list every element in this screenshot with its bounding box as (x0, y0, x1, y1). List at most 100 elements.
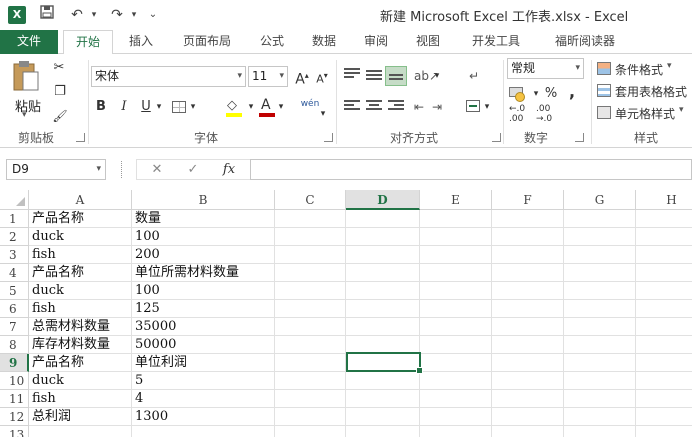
row-header[interactable]: 3 (0, 246, 29, 264)
column-header-b[interactable]: B (132, 190, 275, 210)
cell-b11[interactable]: 4 (132, 390, 143, 408)
fill-color-button[interactable]: ◇ (224, 97, 246, 119)
align-left-button[interactable] (344, 100, 360, 112)
formula-bar-splitter[interactable] (121, 161, 124, 178)
redo-icon[interactable]: ↷ (106, 5, 128, 25)
row-header[interactable]: 1 (0, 210, 29, 228)
cell-b3[interactable]: 200 (132, 246, 160, 264)
format-as-table-button[interactable]: 套用表格格式 (595, 82, 692, 100)
orientation-dropdown-icon[interactable]: ▾ (432, 66, 442, 86)
cell-a9[interactable]: 产品名称 (29, 354, 84, 372)
number-format-select[interactable]: 常规 ▾ (507, 58, 584, 79)
align-bottom-button[interactable] (385, 66, 407, 86)
row-header[interactable]: 8 (0, 336, 29, 354)
tab-developer[interactable]: 开发工具 (460, 30, 532, 54)
row-header[interactable]: 4 (0, 264, 29, 282)
enter-icon[interactable]: ✓ (175, 160, 211, 179)
worksheet-grid[interactable]: ABCDEFGH 1 产品名称 数量 2 duck 100 3 fish 200 4 产品名称 单位所… (0, 190, 692, 437)
cell-a2[interactable]: duck (29, 228, 64, 246)
underline-button[interactable]: U (138, 97, 154, 117)
comma-style-button[interactable]: , (565, 82, 579, 102)
format-painter-icon[interactable]: 🖌 (50, 106, 70, 126)
save-icon[interactable] (36, 5, 58, 25)
cell-a8[interactable]: 库存材料数量 (29, 336, 110, 354)
cell-b7[interactable]: 35000 (132, 318, 176, 336)
tab-review[interactable]: 审阅 (354, 30, 398, 54)
cell-a11[interactable]: fish (29, 390, 56, 408)
cell-b9[interactable]: 单位利润 (132, 354, 187, 372)
font-size-select[interactable]: 11 ▾ (248, 66, 288, 87)
tab-insert[interactable]: 插入 (118, 30, 164, 54)
row-header[interactable]: 12 (0, 408, 29, 426)
cell-a13[interactable] (29, 426, 32, 437)
cancel-icon[interactable]: ✕ (139, 160, 175, 179)
tab-foxit-reader[interactable]: 福昕阅读器 (542, 30, 628, 54)
alignment-launcher-icon[interactable] (492, 133, 501, 142)
accounting-format-button[interactable] (509, 85, 531, 103)
customize-toolbar-icon[interactable]: ⌄ (146, 5, 160, 25)
undo-icon[interactable]: ↶ (66, 5, 88, 25)
shrink-font-button[interactable]: A▾ (313, 66, 331, 86)
cell-b13[interactable] (132, 426, 135, 437)
cell-b1[interactable]: 数量 (132, 210, 161, 228)
row-header[interactable]: 13 (0, 426, 29, 437)
cell-b8[interactable]: 50000 (132, 336, 176, 354)
align-middle-button[interactable] (366, 70, 382, 82)
font-color-button[interactable]: A (258, 97, 276, 119)
font-family-select[interactable]: 宋体 ▾ (91, 66, 246, 87)
cell-styles-button[interactable]: 单元格样式 ▾ (595, 104, 692, 122)
insert-function-icon[interactable]: fx (211, 160, 247, 179)
wrap-text-icon[interactable]: ↵ (464, 66, 484, 86)
row-header[interactable]: 6 (0, 300, 29, 318)
row-header[interactable]: 11 (0, 390, 29, 408)
cell-a7[interactable]: 总需材料数量 (29, 318, 110, 336)
tab-page-layout[interactable]: 页面布局 (170, 30, 244, 54)
cell-b4[interactable]: 单位所需材料数量 (132, 264, 239, 282)
cell-a4[interactable]: 产品名称 (29, 264, 84, 282)
tab-file[interactable]: 文件 (0, 30, 58, 54)
cell-a5[interactable]: duck (29, 282, 64, 300)
fill-color-dropdown-icon[interactable]: ▾ (246, 97, 256, 117)
increase-decimal-button[interactable]: ←.0.00 (509, 104, 525, 124)
cell-b2[interactable]: 100 (132, 228, 160, 246)
align-top-button[interactable] (344, 68, 360, 80)
decrease-decimal-button[interactable]: .00 →.0 (536, 104, 552, 124)
merge-dropdown-icon[interactable]: ▾ (482, 97, 492, 117)
borders-button[interactable] (172, 101, 186, 113)
tab-formulas[interactable]: 公式 (250, 30, 294, 54)
decrease-indent-icon[interactable]: ⇤ (410, 97, 428, 117)
font-launcher-icon[interactable] (324, 133, 333, 142)
percent-button[interactable]: % (542, 84, 560, 104)
column-header-g[interactable]: G (564, 190, 636, 210)
increase-indent-icon[interactable]: ⇥ (428, 97, 446, 117)
row-header[interactable]: 5 (0, 282, 29, 300)
font-color-dropdown-icon[interactable]: ▾ (276, 97, 286, 117)
clipboard-launcher-icon[interactable] (76, 133, 85, 142)
tab-data[interactable]: 数据 (302, 30, 346, 54)
cut-icon[interactable]: ✂ (50, 58, 68, 78)
row-header[interactable]: 2 (0, 228, 29, 246)
row-header[interactable]: 10 (0, 372, 29, 390)
phonetic-dropdown-icon[interactable]: ▾ (318, 104, 328, 124)
bold-button[interactable]: B (92, 97, 110, 117)
orientation-icon[interactable]: ab↗ (414, 66, 439, 86)
cell-b5[interactable]: 100 (132, 282, 160, 300)
cell-b10[interactable]: 5 (132, 372, 143, 390)
cell-b6[interactable]: 125 (132, 300, 160, 318)
active-cell-selection[interactable] (346, 352, 423, 374)
formula-input[interactable] (250, 159, 692, 180)
copy-icon[interactable]: ❐ (50, 82, 70, 102)
cell-a10[interactable]: duck (29, 372, 64, 390)
column-header-h[interactable]: H (636, 190, 692, 210)
undo-dropdown-icon[interactable]: ▾ (88, 5, 100, 25)
column-header-d[interactable]: D (346, 190, 420, 210)
column-header-e[interactable]: E (420, 190, 492, 210)
borders-dropdown-icon[interactable]: ▾ (188, 97, 198, 117)
tab-view[interactable]: 视图 (406, 30, 450, 54)
tab-home[interactable]: 开始 (63, 30, 113, 55)
column-header-f[interactable]: F (492, 190, 564, 210)
select-all-button[interactable] (0, 190, 29, 210)
grow-font-button[interactable]: A▴ (293, 66, 311, 88)
align-center-button[interactable] (366, 100, 382, 112)
cell-b12[interactable]: 1300 (132, 408, 168, 426)
